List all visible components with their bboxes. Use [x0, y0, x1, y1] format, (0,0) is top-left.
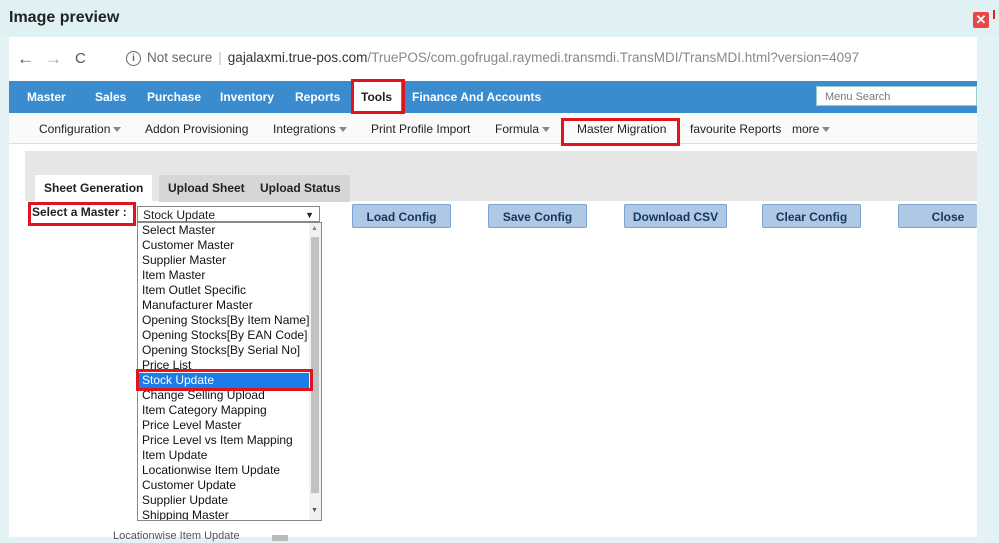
clear-config-button[interactable]: Clear Config: [762, 204, 861, 228]
menu-finance-and-accounts[interactable]: Finance And Accounts: [412, 90, 541, 104]
menu-reports[interactable]: Reports: [295, 90, 340, 104]
tab-upload-sheet[interactable]: Upload Sheet: [159, 175, 254, 202]
save-config-button[interactable]: Save Config: [488, 204, 587, 228]
background-scrollbar: [272, 535, 288, 541]
submenu-configuration-label: Configuration: [39, 122, 111, 136]
option-item[interactable]: Select Master: [142, 223, 215, 238]
option-item[interactable]: Opening Stocks[By Serial No]: [142, 343, 300, 358]
edge-marker: [993, 10, 995, 19]
close-icon[interactable]: ✕: [973, 12, 989, 28]
scrollbar-thumb[interactable]: [311, 237, 319, 493]
submenu-formula-label: Formula: [495, 122, 540, 136]
download-csv-button[interactable]: Download CSV: [624, 204, 727, 228]
option-item[interactable]: Manufacturer Master: [142, 298, 253, 313]
option-item[interactable]: Customer Update: [142, 478, 236, 493]
submenu-integrations[interactable]: Integrations: [273, 122, 347, 136]
submenu-configuration[interactable]: Configuration: [39, 122, 122, 136]
forward-arrow-icon[interactable]: →: [45, 49, 62, 69]
dropdown-scrollbar[interactable]: ▲ ▼: [309, 223, 321, 520]
address-bar: ← → C i Not secure | gajalaxmi.true-pos.co…: [9, 37, 977, 82]
option-item[interactable]: Price Level Master: [142, 418, 241, 433]
url-path: /TruePOS/com.gofrugal.raymedi.transmdi.T…: [367, 50, 860, 65]
master-select-value: Stock Update: [143, 208, 216, 222]
submenu-favourite-reports[interactable]: favourite Reports: [690, 122, 781, 136]
option-item[interactable]: Item Master: [142, 268, 205, 283]
option-item[interactable]: Item Outlet Specific: [142, 283, 246, 298]
reload-icon[interactable]: C: [75, 50, 86, 67]
option-item-selected[interactable]: Stock Update: [138, 373, 311, 388]
submenu-integrations-label: Integrations: [273, 122, 336, 136]
option-item[interactable]: Change Selling Upload: [142, 388, 265, 403]
caret-down-icon: [542, 127, 551, 133]
not-secure-label: Not secure: [147, 50, 213, 65]
submenu-more[interactable]: more: [792, 122, 831, 136]
option-item[interactable]: Price Level vs Item Mapping: [142, 433, 293, 448]
dialog-titlebar: Image preview ✕: [0, 0, 999, 36]
url-text[interactable]: Not secure | gajalaxmi.true-pos.com/TruePO…: [147, 50, 859, 65]
main-menu-bar: Master Sales Purchase Inventory Reports …: [9, 81, 977, 113]
submenu-print-profile-import[interactable]: Print Profile Import: [371, 122, 470, 136]
option-item[interactable]: Supplier Update: [142, 493, 228, 508]
menu-tools[interactable]: Tools: [352, 81, 402, 113]
option-item[interactable]: Item Category Mapping: [142, 403, 267, 418]
tab-upload-status[interactable]: Upload Status: [251, 175, 350, 202]
submenu-formula[interactable]: Formula: [495, 122, 551, 136]
master-select[interactable]: Stock Update ▼: [137, 206, 320, 222]
submenu-master-migration[interactable]: Master Migration: [577, 122, 666, 136]
select-master-label: Select a Master :: [32, 205, 127, 219]
submenu-more-label: more: [792, 122, 820, 136]
tab-strip: Sheet Generation Upload Sheet Upload Sta…: [25, 151, 977, 202]
menu-search-input[interactable]: Menu Search: [816, 86, 977, 106]
caret-down-icon: [338, 127, 347, 133]
option-item[interactable]: Supplier Master: [142, 253, 226, 268]
menu-purchase[interactable]: Purchase: [147, 90, 201, 104]
option-item[interactable]: Shipping Master: [142, 508, 229, 520]
tab-sheet-generation[interactable]: Sheet Generation: [35, 175, 153, 202]
menu-sales[interactable]: Sales: [95, 90, 126, 104]
load-config-button[interactable]: Load Config: [352, 204, 451, 228]
option-item[interactable]: Locationwise Item Update: [142, 463, 280, 478]
dropdown-arrow-icon: ▼: [305, 210, 314, 220]
dialog-title: Image preview: [9, 9, 120, 26]
url-domain: gajalaxmi.true-pos.com: [227, 50, 368, 65]
tools-submenu-bar: Configuration Addon Provisioning Integra…: [9, 113, 977, 144]
option-item[interactable]: Opening Stocks[By Item Name]: [142, 313, 309, 328]
close-button[interactable]: Close: [898, 204, 977, 228]
master-options-list[interactable]: Select Master Customer Master Supplier M…: [137, 222, 322, 521]
info-icon[interactable]: i: [126, 51, 141, 66]
caret-down-icon: [822, 127, 831, 133]
option-item[interactable]: Customer Master: [142, 238, 234, 253]
background-list-text: Locationwise Item Update: [113, 530, 240, 542]
back-arrow-icon[interactable]: ←: [17, 49, 34, 69]
menu-inventory[interactable]: Inventory: [220, 90, 274, 104]
caret-down-icon: [113, 127, 122, 133]
option-item[interactable]: Item Update: [142, 448, 207, 463]
option-item[interactable]: Opening Stocks[By EAN Code]: [142, 328, 307, 343]
menu-master[interactable]: Master: [27, 90, 66, 104]
scroll-up-icon[interactable]: ▲: [311, 225, 318, 232]
image-preview-dialog: Image preview ✕ ← → C i Not secure | gajal…: [0, 0, 999, 543]
option-item[interactable]: Price List: [142, 358, 191, 373]
scroll-down-icon[interactable]: ▼: [311, 507, 318, 514]
submenu-addon-provisioning[interactable]: Addon Provisioning: [145, 122, 248, 136]
